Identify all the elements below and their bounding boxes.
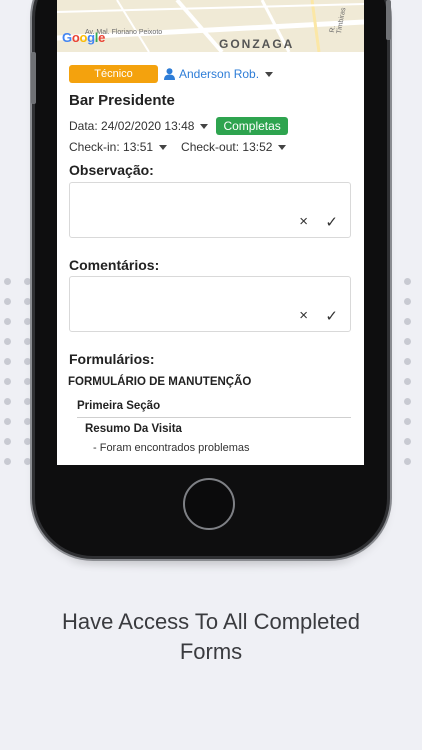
user-name: Anderson Rob.	[179, 67, 260, 81]
checkout-label: Check-out: 13:52	[181, 140, 273, 154]
comentarios-label: Comentários:	[69, 257, 160, 273]
marketing-caption: Have Access To All Completed Forms	[0, 607, 422, 667]
dot	[4, 318, 11, 325]
dot	[24, 438, 31, 445]
date-row: Data: 24/02/2020 13:48 Completas	[69, 117, 288, 135]
dot	[4, 298, 11, 305]
phone-screen: Av. Mal. Floriano Peixoto R. Timbiras Go…	[57, 0, 364, 465]
form-title[interactable]: FORMULÁRIO DE MANUTENÇÃO	[68, 376, 251, 388]
role-badge: Técnico	[69, 65, 158, 83]
dot	[24, 418, 31, 425]
dot	[4, 358, 11, 365]
chevron-down-icon	[278, 144, 287, 150]
dot	[404, 318, 411, 325]
clear-icon[interactable]: ×	[299, 213, 308, 230]
dot	[4, 458, 11, 465]
form-answer: - Foram encontrados problemas	[93, 442, 250, 454]
dot	[404, 358, 411, 365]
check-icon[interactable]: ✓	[325, 307, 338, 325]
date-label: Data: 24/02/2020 13:48	[69, 119, 195, 133]
user-icon	[164, 68, 175, 80]
dot	[404, 458, 411, 465]
volume-button	[31, 52, 36, 104]
observacao-label: Observação:	[69, 162, 154, 178]
dot	[4, 278, 11, 285]
dot	[4, 398, 11, 405]
dot	[404, 418, 411, 425]
dot	[24, 278, 31, 285]
date-selector[interactable]: Data: 24/02/2020 13:48	[69, 119, 209, 133]
place-title: Bar Presidente	[69, 92, 175, 109]
dot-pattern-left	[4, 278, 31, 474]
checkout-selector[interactable]: Check-out: 13:52	[181, 140, 287, 154]
caption-line-2: Forms	[179, 639, 243, 664]
divider	[77, 417, 351, 418]
dot	[24, 338, 31, 345]
dot	[4, 418, 11, 425]
dot	[4, 438, 11, 445]
clear-icon[interactable]: ×	[299, 307, 308, 324]
dot	[24, 298, 31, 305]
power-button	[386, 0, 391, 40]
comentarios-field[interactable]: × ✓	[69, 276, 351, 332]
observacao-field[interactable]: × ✓	[69, 182, 351, 238]
dot	[4, 378, 11, 385]
dot	[24, 358, 31, 365]
check-icon[interactable]: ✓	[325, 213, 338, 231]
chevron-down-icon	[200, 123, 209, 129]
phone-shadow	[70, 555, 352, 567]
checkin-selector[interactable]: Check-in: 13:51	[69, 140, 168, 154]
dot	[404, 378, 411, 385]
dot-pattern-right	[384, 278, 411, 474]
dot	[404, 438, 411, 445]
chevron-down-icon	[265, 71, 274, 77]
home-button	[183, 478, 235, 530]
status-badge: Completas	[216, 117, 288, 135]
dot	[404, 298, 411, 305]
dot	[24, 458, 31, 465]
form-subsection-title: Resumo Da Visita	[85, 423, 182, 435]
dot	[404, 398, 411, 405]
check-times-row: Check-in: 13:51 Check-out: 13:52	[69, 140, 287, 154]
user-selector[interactable]: Anderson Rob.	[164, 67, 274, 81]
dot	[24, 378, 31, 385]
chevron-down-icon	[159, 144, 168, 150]
checkin-label: Check-in: 13:51	[69, 140, 154, 154]
form-section-title[interactable]: Primeira Seção	[77, 400, 160, 412]
dot	[4, 338, 11, 345]
dot	[24, 318, 31, 325]
google-logo: Google	[62, 30, 106, 45]
dot	[404, 338, 411, 345]
map-view[interactable]: Av. Mal. Floriano Peixoto R. Timbiras Go…	[57, 0, 364, 52]
formularios-label: Formulários:	[69, 351, 155, 367]
dot	[24, 398, 31, 405]
map-district-label: GONZAGA	[219, 37, 295, 51]
dot	[404, 278, 411, 285]
caption-line-1: Have Access To All Completed	[62, 609, 360, 634]
